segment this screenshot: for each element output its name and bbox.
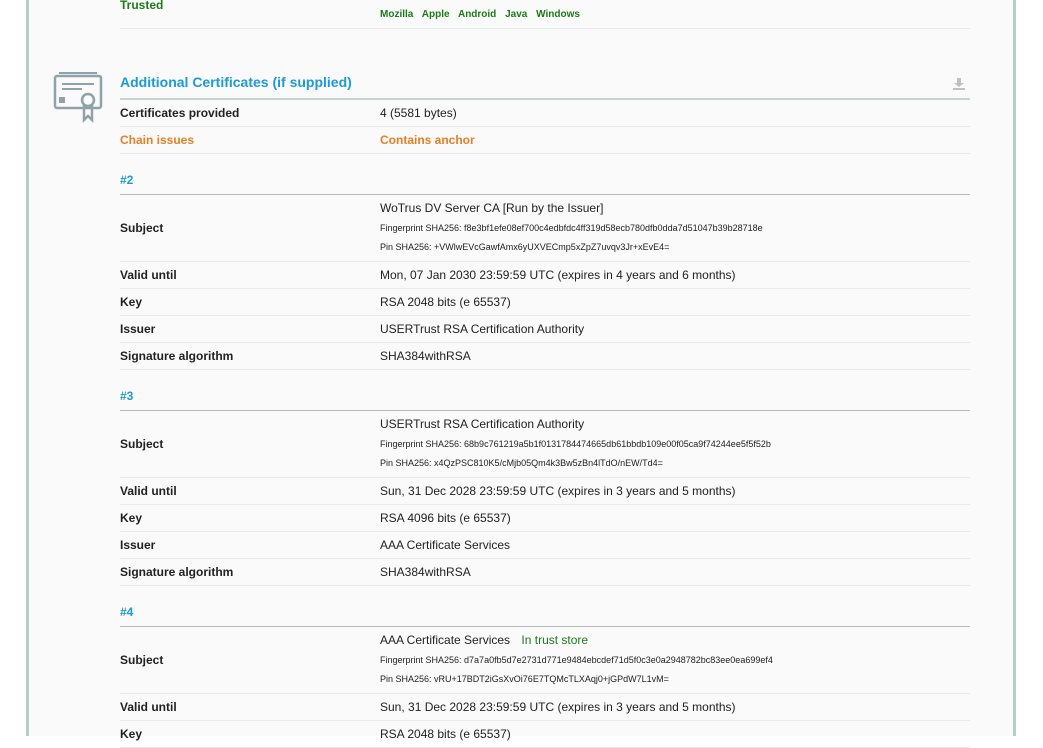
issuer-row: Issuer USERTrust RSA Certification Autho…	[120, 316, 970, 343]
certificates-provided-label: Certificates provided	[120, 106, 240, 120]
trust-store-android[interactable]: Android	[458, 9, 496, 20]
chain-issues-value: Contains anchor	[380, 133, 475, 147]
valid-until-label: Valid until	[120, 484, 177, 498]
cert-header-4: #4	[120, 605, 970, 627]
trust-store-list: Mozilla Apple Android Java Windows	[380, 9, 586, 20]
subject-row: Subject WoTrus DV Server CA [Run by the …	[120, 195, 970, 262]
pin-sha256: Pin SHA256: +VWlwEVcGawfAmx6yUXVECmp5xZp…	[380, 242, 670, 252]
key-value: RSA 2048 bits (e 65537)	[380, 727, 511, 741]
issuer-value: USERTrust RSA Certification Authority	[380, 322, 585, 336]
issuer-label: Issuer	[120, 322, 156, 336]
additional-certificates-header: Additional Certificates (if supplied)	[120, 74, 970, 100]
valid-until-value: Sun, 31 Dec 2028 23:59:59 UTC (expires i…	[380, 700, 736, 714]
cert-header-2: #2	[120, 173, 970, 195]
key-row: Key RSA 2048 bits (e 65537)	[120, 721, 970, 748]
chain-issues-label: Chain issues	[120, 133, 195, 147]
key-value: RSA 2048 bits (e 65537)	[380, 295, 511, 309]
trusted-row: Trusted Mozilla Apple Android Java Windo…	[120, 0, 970, 29]
signature-algorithm-label: Signature algorithm	[120, 349, 234, 363]
key-value: RSA 4096 bits (e 65537)	[380, 511, 511, 525]
trust-store-java[interactable]: Java	[505, 9, 527, 20]
download-icon[interactable]	[952, 77, 966, 91]
cert-number: #2	[120, 173, 134, 187]
cert-header-3: #3	[120, 389, 970, 411]
key-row: Key RSA 2048 bits (e 65537)	[120, 289, 970, 316]
fingerprint-sha256: Fingerprint SHA256: f8e3bf1efe08ef700c4e…	[380, 223, 763, 233]
valid-until-label: Valid until	[120, 268, 177, 282]
signature-algorithm-row: Signature algorithm SHA384withRSA	[120, 343, 970, 370]
in-trust-store-badge: In trust store	[521, 633, 589, 647]
pin-sha256: Pin SHA256: x4QzPSC810K5/cMjb05Qm4k3Bw5z…	[380, 458, 663, 468]
issuer-label: Issuer	[120, 538, 156, 552]
issuer-row: Issuer AAA Certificate Services	[120, 532, 970, 559]
trust-store-mozilla[interactable]: Mozilla	[380, 9, 413, 20]
valid-until-value: Sun, 31 Dec 2028 23:59:59 UTC (expires i…	[380, 484, 736, 498]
valid-until-row: Valid until Sun, 31 Dec 2028 23:59:59 UT…	[120, 478, 970, 505]
subject-label: Subject	[120, 221, 164, 235]
valid-until-label: Valid until	[120, 700, 177, 714]
subject-row: Subject AAA Certificate Services In trus…	[120, 627, 970, 694]
subject-row: Subject USERTrust RSA Certification Auth…	[120, 411, 970, 478]
certificates-provided-value: 4 (5581 bytes)	[380, 106, 457, 120]
certificates-provided-row: Certificates provided 4 (5581 bytes)	[120, 100, 970, 127]
cert-number: #4	[120, 605, 134, 619]
valid-until-value: Mon, 07 Jan 2030 23:59:59 UTC (expires i…	[380, 268, 736, 282]
fingerprint-sha256: Fingerprint SHA256: d7a7a0fb5d7e2731d771…	[380, 655, 773, 665]
trusted-label: Trusted	[120, 0, 164, 12]
subject-label: Subject	[120, 437, 164, 451]
subject-value: USERTrust RSA Certification Authority	[380, 417, 585, 431]
subject-value: AAA Certificate Services	[380, 633, 511, 647]
key-label: Key	[120, 511, 143, 525]
signature-algorithm-value: SHA384withRSA	[380, 565, 471, 579]
signature-algorithm-row: Signature algorithm SHA384withRSA	[120, 559, 970, 586]
key-row: Key RSA 4096 bits (e 65537)	[120, 505, 970, 532]
signature-algorithm-label: Signature algorithm	[120, 565, 234, 579]
trust-store-apple[interactable]: Apple	[422, 9, 450, 20]
pin-sha256: Pin SHA256: vRU+17BDT2iGsXvOi76E7TQMcTLX…	[380, 674, 669, 684]
signature-algorithm-value: SHA384withRSA	[380, 349, 471, 363]
valid-until-row: Valid until Mon, 07 Jan 2030 23:59:59 UT…	[120, 262, 970, 289]
key-label: Key	[120, 295, 143, 309]
cert-number: #3	[120, 389, 134, 403]
chain-issues-row: Chain issues Contains anchor	[120, 127, 970, 154]
issuer-value: AAA Certificate Services	[380, 538, 511, 552]
section-title: Additional Certificates (if supplied)	[120, 74, 352, 90]
valid-until-row: Valid until Sun, 31 Dec 2028 23:59:59 UT…	[120, 694, 970, 721]
subject-value: WoTrus DV Server CA [Run by the Issuer]	[380, 201, 604, 215]
certificate-icon	[53, 72, 103, 123]
subject-label: Subject	[120, 653, 164, 667]
fingerprint-sha256: Fingerprint SHA256: 68b9c761219a5b1f0131…	[380, 439, 771, 449]
subject-value-group: AAA Certificate Services In trust store	[380, 633, 588, 647]
key-label: Key	[120, 727, 143, 741]
trust-store-windows[interactable]: Windows	[536, 9, 580, 20]
